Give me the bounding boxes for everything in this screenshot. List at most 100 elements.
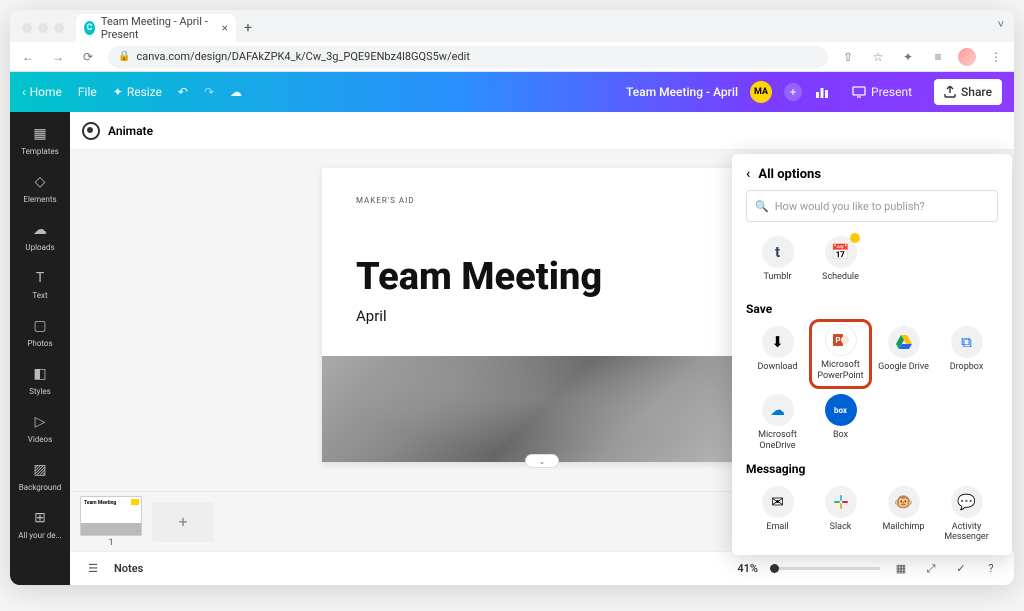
resize-button[interactable]: ✦ Resize (113, 85, 162, 99)
redo-button[interactable]: ↷ (204, 85, 214, 99)
option-dropbox[interactable]: ⧉ Dropbox (935, 322, 998, 386)
option-email[interactable]: ✉ Email (746, 482, 809, 548)
profile-avatar-icon[interactable] (958, 48, 976, 66)
check-icon[interactable]: ✓ (952, 562, 970, 575)
forward-button[interactable]: → (48, 50, 68, 64)
page-thumbnail[interactable]: Team Meeting (80, 496, 142, 536)
search-placeholder: How would you like to publish? (775, 200, 925, 213)
rail-templates[interactable]: ▦Templates (10, 120, 70, 160)
cloud-sync-icon[interactable]: ☁ (230, 85, 242, 99)
option-download[interactable]: ⬇ Download (746, 322, 809, 386)
browser-tab[interactable]: C Team Meeting - April - Present × (76, 14, 236, 42)
cell-label: Activity Messenger (935, 522, 998, 544)
undo-button[interactable]: ↶ (178, 85, 188, 99)
kebab-menu-icon[interactable]: ⋮ (986, 50, 1006, 64)
side-rail: ▦Templates ◇Elements ☁Uploads TText ▢Pho… (10, 112, 70, 585)
page-expand-handle[interactable]: ⌄ (525, 454, 559, 468)
option-mailchimp[interactable]: 🐵 Mailchimp (872, 482, 935, 548)
document-title[interactable]: Team Meeting - April (626, 85, 738, 99)
brand-tag: MAKER'S AID (356, 196, 728, 205)
cell-label: Tumblr (763, 272, 791, 292)
file-menu[interactable]: File (78, 85, 97, 99)
address-bar[interactable]: 🔒 canva.com/design/DAFAkZPK4_k/Cw_3g_PQE… (108, 46, 828, 68)
share-button[interactable]: Share (934, 79, 1002, 105)
share-label: Share (961, 85, 992, 99)
rail-label: All your de... (18, 531, 62, 540)
share-arrow-icon (944, 86, 956, 98)
cell-label: Dropbox (950, 362, 984, 382)
animate-button[interactable]: Animate (108, 124, 153, 138)
insights-button[interactable] (814, 84, 830, 100)
slide-title[interactable]: Team Meeting (356, 255, 728, 299)
slide-subtitle[interactable]: April (356, 307, 728, 325)
notes-button[interactable]: Notes (114, 562, 143, 575)
tab-overflow-icon[interactable]: ˅ (998, 18, 1004, 31)
rail-background[interactable]: ▨Background (10, 456, 70, 496)
reload-button[interactable]: ⟳ (78, 50, 98, 64)
google-drive-icon (888, 326, 920, 358)
cell-label: Download (757, 362, 797, 382)
close-tab-icon[interactable]: × (222, 21, 228, 35)
resize-label: Resize (127, 85, 162, 99)
rail-photos[interactable]: ▢Photos (10, 312, 70, 352)
new-tab-button[interactable]: + (244, 20, 252, 36)
option-onedrive[interactable]: ☁ Microsoft OneDrive (746, 390, 809, 456)
option-google-drive[interactable]: Google Drive (872, 322, 935, 386)
cell-label: Google Drive (878, 362, 929, 382)
slide-page[interactable]: MAKER'S AID Team Meeting April 01. ⌄ (322, 168, 762, 462)
rail-label: Uploads (25, 243, 54, 252)
slide-hero-image[interactable] (322, 356, 762, 462)
mac-close-dot[interactable] (22, 23, 32, 33)
rail-styles[interactable]: ◧Styles (10, 360, 70, 400)
tab-title: Team Meeting - April - Present (101, 15, 216, 41)
apps-icon: ⊞ (30, 508, 50, 528)
rail-elements[interactable]: ◇Elements (10, 168, 70, 208)
option-schedule[interactable]: 📅 Schedule (809, 232, 872, 296)
fullscreen-icon[interactable]: ⤢ (922, 562, 940, 576)
rail-videos[interactable]: ▷Videos (10, 408, 70, 448)
thumb-badge (131, 499, 139, 505)
mac-max-dot[interactable] (54, 23, 64, 33)
videos-icon: ▷ (30, 412, 50, 432)
publish-search-input[interactable]: 🔍 How would you like to publish? (746, 190, 998, 222)
mac-min-dot[interactable] (38, 23, 48, 33)
add-collaborator-button[interactable]: + (784, 83, 802, 101)
home-button[interactable]: ‹ Home (22, 85, 62, 99)
option-tumblr[interactable]: t Tumblr (746, 232, 809, 296)
add-page-button[interactable]: + (152, 502, 214, 542)
thumb-wrapper[interactable]: Team Meeting 1 (80, 496, 142, 548)
section-messaging: Messaging (746, 462, 998, 476)
rail-label: Styles (29, 387, 50, 396)
user-avatar[interactable]: MA (750, 81, 772, 103)
option-activity-messenger[interactable]: 💬 Activity Messenger (935, 482, 998, 548)
rail-apps[interactable]: ⊞ All your de... (10, 504, 70, 544)
list-icon[interactable]: ≡ (928, 50, 948, 64)
option-box[interactable]: box Box (809, 390, 872, 456)
background-icon: ▨ (30, 460, 50, 480)
upload-icon[interactable]: ⇧ (838, 50, 858, 64)
cell-label: Microsoft PowerPoint (812, 360, 869, 382)
present-icon (852, 85, 866, 99)
canva-favicon-icon: C (84, 21, 95, 35)
grid-view-icon[interactable]: ▦ (892, 562, 910, 575)
chart-icon (814, 84, 830, 100)
back-button[interactable]: ← (18, 50, 38, 64)
present-button[interactable]: Present (842, 80, 922, 104)
option-slack[interactable]: Slack (809, 482, 872, 548)
photos-icon: ▢ (30, 316, 50, 336)
rail-uploads[interactable]: ☁Uploads (10, 216, 70, 256)
rail-text[interactable]: TText (10, 264, 70, 304)
bookmark-icon[interactable]: ☆ (868, 50, 888, 64)
slack-icon (825, 486, 857, 518)
pro-badge-icon (850, 233, 860, 243)
extensions-icon[interactable]: ✦ (898, 50, 918, 64)
download-icon: ⬇ (762, 326, 794, 358)
svg-text:P: P (835, 336, 840, 345)
cell-label: Microsoft OneDrive (746, 430, 809, 452)
email-icon: ✉ (762, 486, 794, 518)
zoom-slider[interactable] (770, 567, 880, 570)
cell-label: Mailchimp (883, 522, 925, 542)
help-icon[interactable]: ? (982, 562, 1000, 575)
panel-back-button[interactable]: ‹ (746, 166, 750, 182)
option-microsoft-powerpoint[interactable]: P Microsoft PowerPoint (809, 319, 872, 389)
